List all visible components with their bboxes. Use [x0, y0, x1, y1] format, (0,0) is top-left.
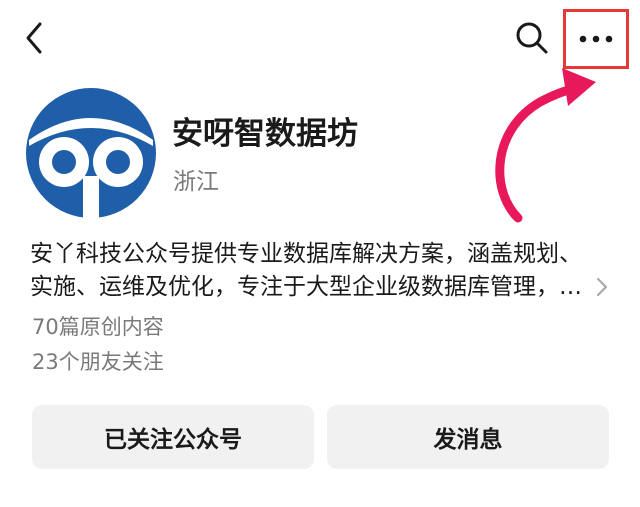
followed-account-button[interactable]: 已关注公众号: [32, 405, 314, 469]
account-logo: [26, 88, 156, 218]
more-horizontal-icon: [579, 35, 613, 43]
chevron-right-icon[interactable]: [592, 276, 612, 298]
friends-following-count[interactable]: 23个朋友关注: [32, 346, 164, 376]
annotation-arrow: [495, 68, 596, 223]
account-region: 浙江: [173, 169, 219, 195]
search-icon: [516, 22, 548, 54]
account-description[interactable]: 安丫科技公众号提供专业数据库解决方案，涵盖规划、实施、运维及优化，专注于大型企业…: [30, 238, 595, 304]
search-button[interactable]: [510, 16, 554, 60]
send-message-button[interactable]: 发消息: [327, 405, 609, 469]
chevron-left-icon: [26, 22, 42, 54]
back-button[interactable]: [14, 18, 54, 58]
account-name: 安呀智数据坊: [172, 116, 358, 152]
original-articles-count[interactable]: 70篇原创内容: [32, 311, 164, 341]
